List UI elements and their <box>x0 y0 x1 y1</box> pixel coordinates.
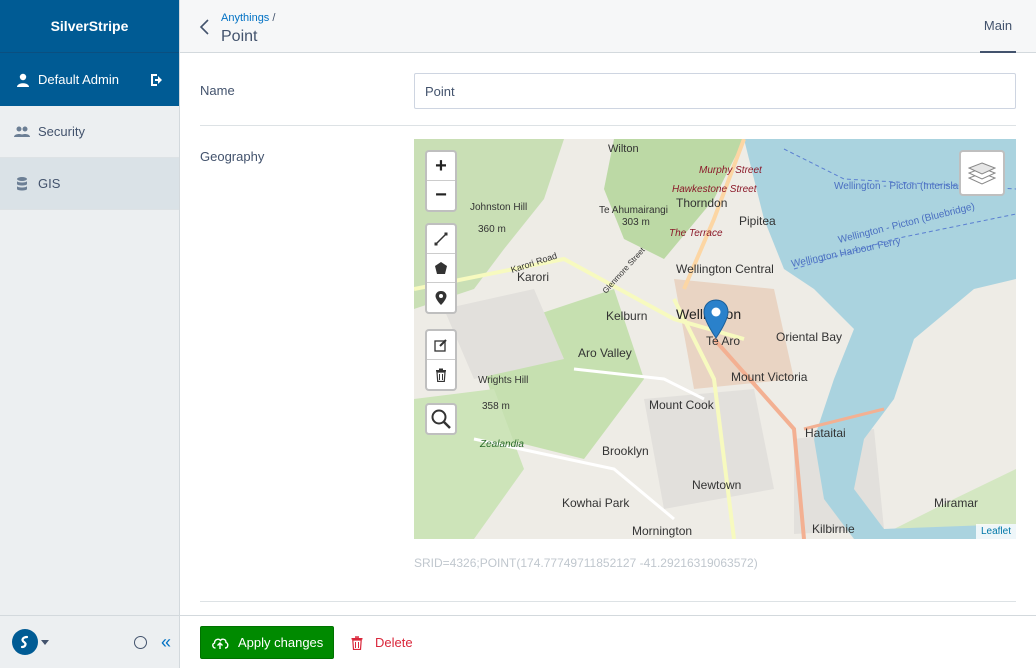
map-tiles: Wilton Murphy Street Hawkestone Street T… <box>414 139 1016 539</box>
sidebar: SilverStripe Default Admin Security GIS … <box>0 0 180 668</box>
user-icon <box>17 73 29 87</box>
draw-polyline-button[interactable] <box>427 225 455 254</box>
edit-toolbar <box>425 329 457 391</box>
user-bar: Default Admin <box>0 53 179 106</box>
map-label: Thorndon <box>676 196 727 210</box>
sidebar-item-label: GIS <box>38 176 61 191</box>
delete-layers-button[interactable] <box>427 360 455 389</box>
apply-changes-button[interactable]: Apply changes <box>200 626 334 659</box>
users-icon <box>14 126 30 137</box>
name-label: Name <box>200 83 235 98</box>
map-label: Hataitai <box>805 426 846 440</box>
double-chevron-left-icon[interactable]: « <box>161 633 171 651</box>
map-label: 303 m <box>622 217 650 228</box>
geography-label: Geography <box>200 149 265 164</box>
map-label: Mount Cook <box>649 398 715 412</box>
silverstripe-logo-icon[interactable] <box>12 629 38 655</box>
divider <box>200 601 1016 602</box>
database-icon <box>17 176 27 190</box>
apply-changes-label: Apply changes <box>238 635 324 650</box>
map-label: Pipitea <box>739 214 776 228</box>
map-label: The Terrace <box>669 228 723 239</box>
map-search-button[interactable] <box>427 405 455 433</box>
logout-icon[interactable] <box>149 72 165 88</box>
zoom-out-button[interactable]: − <box>427 181 455 210</box>
map-label: Brooklyn <box>602 444 649 458</box>
map-label: 358 m <box>482 401 510 412</box>
breadcrumb-separator: / <box>272 12 276 24</box>
map-label: Zealandia <box>479 439 524 450</box>
zoom-control: + − <box>425 150 457 212</box>
sidebar-item-gis[interactable]: GIS <box>0 158 179 210</box>
breadcrumb-link[interactable]: Anythings <box>221 12 269 24</box>
tab-main[interactable]: Main <box>980 0 1016 53</box>
sidebar-footer: « <box>0 615 179 668</box>
map-label: Karori <box>517 270 549 284</box>
map-label: Newtown <box>692 478 741 492</box>
chevron-down-icon[interactable] <box>41 639 49 645</box>
draw-toolbar <box>425 223 457 314</box>
map-attribution: Leaflet <box>975 524 1016 539</box>
search-control <box>425 403 457 435</box>
circle-icon[interactable] <box>133 635 147 649</box>
map-label: Mount Victoria <box>731 370 808 384</box>
map-label: 360 m <box>478 224 506 235</box>
brand-title[interactable]: SilverStripe <box>0 0 179 53</box>
map-label: Miramar <box>934 496 978 510</box>
map-label: Oriental Bay <box>776 330 842 344</box>
map-label: Johnston Hill <box>470 202 527 213</box>
polygon-icon <box>435 262 447 274</box>
srid-text: SRID=4326;POINT(174.77749711852127 -41.2… <box>414 556 758 570</box>
map-label: Kilbirnie <box>812 522 855 536</box>
map-label: Wellington Central <box>676 262 774 276</box>
sidebar-item-label: Security <box>38 124 85 139</box>
cloud-upload-icon <box>212 638 229 649</box>
trash-icon <box>351 635 363 650</box>
geography-map[interactable]: Wilton Murphy Street Hawkestone Street T… <box>414 139 1016 539</box>
leaflet-link[interactable]: Leaflet <box>981 526 1011 537</box>
map-label: Kelburn <box>606 309 647 323</box>
draw-polygon-button[interactable] <box>427 254 455 283</box>
map-label: Mornington <box>632 524 692 538</box>
map-label: Te Ahumairangi <box>599 205 668 216</box>
name-input[interactable] <box>414 73 1016 109</box>
map-label: Murphy Street <box>699 165 763 176</box>
map-label: Wrights Hill <box>478 375 528 386</box>
layers-button[interactable] <box>959 150 1005 196</box>
delete-button[interactable]: Delete <box>350 626 413 659</box>
action-bar: Apply changes Delete <box>180 615 1036 668</box>
edit-layers-button[interactable] <box>427 331 455 360</box>
divider <box>200 125 1016 126</box>
page-title: Point <box>221 28 258 45</box>
trash-icon <box>436 368 446 382</box>
sidebar-item-security[interactable]: Security <box>0 106 179 158</box>
draw-marker-button[interactable] <box>427 283 455 312</box>
delete-label: Delete <box>375 635 413 650</box>
edit-icon <box>434 339 447 352</box>
polyline-icon <box>434 232 448 246</box>
user-name[interactable]: Default Admin <box>38 72 149 87</box>
layers-icon <box>968 162 996 185</box>
search-icon <box>431 409 451 429</box>
marker-icon <box>435 290 447 305</box>
map-label: Aro Valley <box>578 346 632 360</box>
map-label: Hawkestone Street <box>672 184 758 195</box>
map-label: Wilton <box>608 143 639 155</box>
back-chevron-icon[interactable] <box>198 18 210 36</box>
breadcrumb: Anythings / <box>221 12 275 24</box>
zoom-in-button[interactable]: + <box>427 152 455 181</box>
map-label: Kowhai Park <box>562 496 630 510</box>
location-marker-icon[interactable] <box>703 299 729 339</box>
page-header: Anythings / Point Main <box>180 0 1036 53</box>
